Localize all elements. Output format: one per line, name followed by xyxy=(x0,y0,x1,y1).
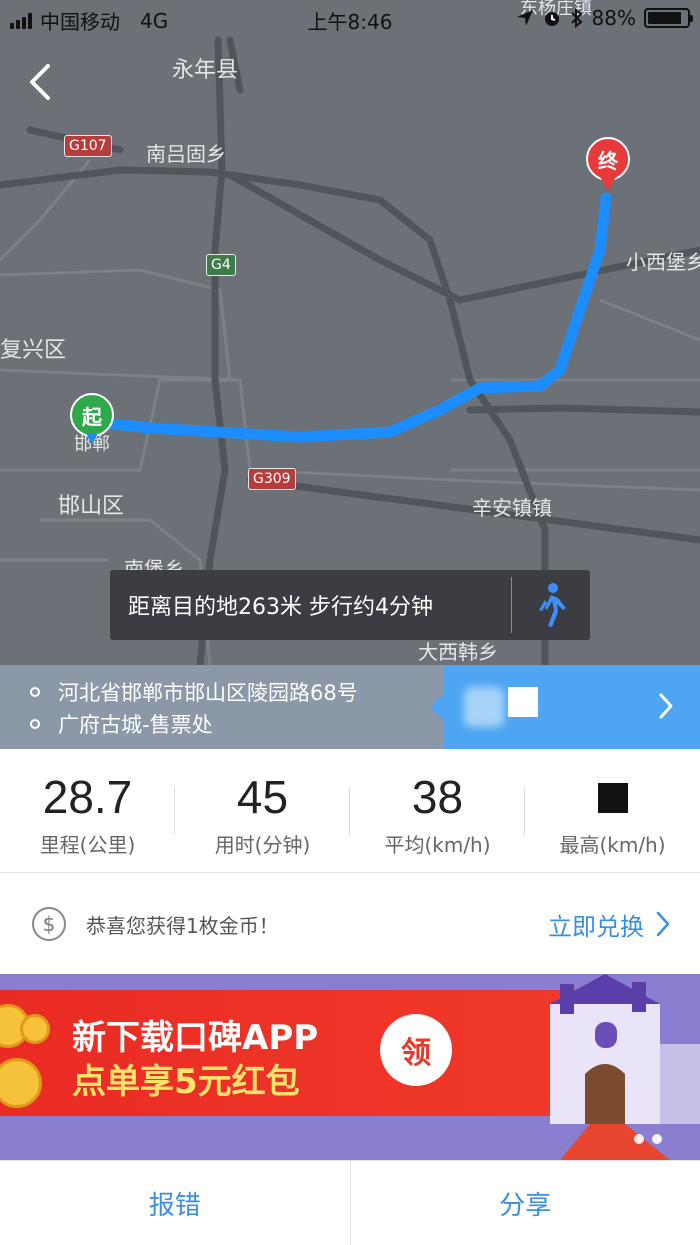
redacted-area xyxy=(464,687,504,727)
banner-title-line2: 点单享5元红包 xyxy=(72,1062,300,1102)
status-bar: 中国移动 4G 上午8:46 88% xyxy=(0,0,700,40)
end-pin-label: 终 xyxy=(586,137,630,181)
carousel-dots[interactable] xyxy=(634,1134,662,1144)
route-from: 河北省邯郸市邯山区陵园路68号 xyxy=(30,677,358,707)
place-label: 永年县 xyxy=(172,58,239,83)
claim-button[interactable]: 领 xyxy=(380,1014,452,1086)
location-arrow-icon xyxy=(516,10,533,26)
stat-value: 38 xyxy=(411,771,464,823)
highway-shield: G309 xyxy=(248,468,296,490)
place-label: 小西堡乡 xyxy=(626,250,700,274)
place-label: 大西韩乡 xyxy=(418,640,498,664)
castle-illustration-icon xyxy=(550,974,700,1160)
back-button[interactable] xyxy=(22,60,62,104)
start-pin: 起 xyxy=(70,393,114,449)
battery-percent: 88% xyxy=(591,6,636,30)
stat-label: 最高(km/h) xyxy=(559,833,666,857)
bottom-action-bar: 报错 分享 xyxy=(0,1160,700,1245)
place-label: 南吕固乡 xyxy=(146,142,226,166)
route-from-text: 河北省邯郸市邯山区陵园路68号 xyxy=(58,681,358,705)
redeem-label: 立即兑换 xyxy=(548,912,644,941)
distance-info-box: 距离目的地263米 步行约4分钟 xyxy=(110,570,590,640)
start-pin-label: 起 xyxy=(70,393,114,437)
stat-label: 用时(分钟) xyxy=(214,833,311,857)
start-pin-tail-icon xyxy=(86,433,98,445)
stat-label: 平均(km/h) xyxy=(384,833,491,857)
route-to: 广府古城-售票处 xyxy=(30,709,213,739)
stat-distance: 28.7 里程(公里) xyxy=(0,749,175,872)
report-error-button[interactable]: 报错 xyxy=(0,1161,350,1245)
battery-icon xyxy=(644,8,693,28)
route-to-text: 广府古城-售票处 xyxy=(58,713,213,737)
redeem-button[interactable]: 立即兑换 xyxy=(548,907,670,942)
banner-title-line1: 新下载口碑APP xyxy=(72,1018,319,1058)
distance-text: 距离目的地263米 步行约4分钟 xyxy=(128,595,433,620)
promo-banner[interactable]: 新下载口碑APP 点单享5元红包 领 xyxy=(0,974,700,1160)
place-label: 辛安镇镇 xyxy=(472,496,552,520)
stat-average-speed: 38 平均(km/h) xyxy=(350,749,525,872)
coin-reward-row: $ 恭喜您获得1枚金币！ 立即兑换 xyxy=(0,874,700,974)
route-detail-button[interactable] xyxy=(430,665,700,749)
walking-person-icon[interactable] xyxy=(512,582,590,628)
stat-value: 28.7 xyxy=(42,771,133,823)
chevron-left-icon xyxy=(30,64,50,100)
alarm-icon xyxy=(544,12,559,26)
chevron-right-icon xyxy=(656,911,670,937)
map-view[interactable]: 永年县 南吕固乡 小西堡乡 复兴区 邯郸 邯山区 辛安镇镇 南堡乡 大西韩乡 东… xyxy=(0,0,700,665)
redacted-square xyxy=(508,687,538,717)
redacted-square xyxy=(597,783,628,813)
bluetooth-icon xyxy=(570,8,583,28)
trip-stats: 28.7 里程(公里) 45 用时(分钟) 38 平均(km/h) 最高(km/… xyxy=(0,749,700,873)
share-button[interactable]: 分享 xyxy=(351,1161,700,1245)
stat-label: 里程(公里) xyxy=(39,833,136,857)
map-roads xyxy=(0,36,700,665)
end-pin-tail-icon xyxy=(600,177,616,191)
highway-shield: G107 xyxy=(64,135,112,157)
place-label: 复兴区 xyxy=(0,338,67,363)
stat-duration: 45 用时(分钟) xyxy=(175,749,350,872)
gold-coin-icon xyxy=(20,1014,50,1044)
highway-shield: G4 xyxy=(206,254,236,276)
place-label: 邯山区 xyxy=(58,494,125,519)
coin-message: 恭喜您获得1枚金币！ xyxy=(86,913,279,938)
stat-max-speed: 最高(km/h) xyxy=(525,749,700,872)
stat-value xyxy=(525,769,700,825)
dollar-coin-icon: $ xyxy=(32,907,66,941)
stat-value: 45 xyxy=(236,771,289,823)
end-pin: 终 xyxy=(586,137,630,195)
chevron-right-icon xyxy=(659,693,673,719)
